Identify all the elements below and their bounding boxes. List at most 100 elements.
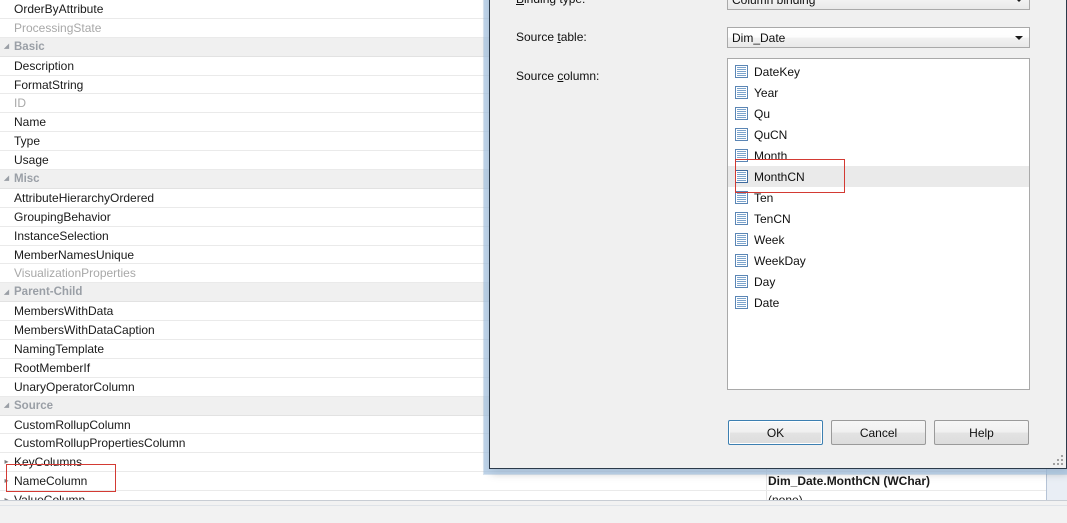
property-name: KeyColumns <box>14 455 83 470</box>
property-name: MembersWithData <box>14 304 114 319</box>
source-column-item[interactable]: MonthCN <box>728 166 1029 187</box>
collapse-triangle-icon[interactable]: ◢ <box>0 289 13 296</box>
property-row[interactable]: ▸ NameColumn Dim_Date.MonthCN (WChar) <box>0 472 1046 492</box>
column-icon <box>735 275 748 288</box>
column-icon <box>735 149 748 162</box>
source-column-item[interactable]: Year <box>728 82 1029 103</box>
source-column-item-label: Date <box>754 295 780 310</box>
source-column-item-label: QuCN <box>754 127 788 142</box>
source-column-item[interactable]: TenCN <box>728 208 1029 229</box>
source-column-item-label: Day <box>754 274 776 289</box>
property-name: FormatString <box>14 77 84 92</box>
status-strip-divider <box>0 505 1067 506</box>
property-name: OrderByAttribute <box>14 1 104 16</box>
chevron-down-icon <box>1015 35 1023 40</box>
source-column-item-label: TenCN <box>754 211 791 226</box>
column-icon <box>735 86 748 99</box>
source-column-item-label: Ten <box>754 190 774 205</box>
collapse-triangle-icon[interactable]: ◢ <box>0 175 13 182</box>
source-column-label-rest: olumn: <box>563 69 600 83</box>
source-column-item[interactable]: Ten <box>728 187 1029 208</box>
source-table-combo[interactable]: Dim_Date <box>727 27 1030 48</box>
column-icon <box>735 170 748 183</box>
column-icon <box>735 65 748 78</box>
source-column-label-pre: Source <box>516 69 558 83</box>
column-icon <box>735 212 748 225</box>
collapse-triangle-icon[interactable]: ◢ <box>0 402 13 409</box>
property-name: ID <box>14 96 26 111</box>
source-column-item-label: DateKey <box>754 64 801 79</box>
chevron-down-icon <box>1015 0 1023 2</box>
binding-type-label-rest: inding type: <box>524 0 585 6</box>
binding-type-value: Column binding <box>732 0 815 7</box>
source-table-label-pre: Source <box>516 30 558 44</box>
property-name: Usage <box>14 153 49 168</box>
source-column-item[interactable]: DateKey <box>728 61 1029 82</box>
source-column-item-label: Qu <box>754 106 771 121</box>
source-column-label: Source column: <box>516 69 599 83</box>
cancel-button[interactable]: Cancel <box>831 420 926 445</box>
property-name: AttributeHierarchyOrdered <box>14 190 155 205</box>
source-column-item-label: Week <box>754 232 785 247</box>
screen-root: OrderByAttribute ProcessingState ◢ Basic Des… <box>0 0 1067 523</box>
source-column-item[interactable]: Month <box>728 145 1029 166</box>
property-name: VisualizationProperties <box>14 266 136 281</box>
source-column-item-label: WeekDay <box>754 253 806 268</box>
column-icon <box>735 254 748 267</box>
object-binding-dialog: Binding type: Column binding Source tabl… <box>489 0 1067 469</box>
column-icon <box>735 128 748 141</box>
source-column-item[interactable]: QuCN <box>728 124 1029 145</box>
property-name: UnaryOperatorColumn <box>14 379 135 394</box>
source-column-item[interactable]: WeekDay <box>728 250 1029 271</box>
ok-button[interactable]: OK <box>728 420 823 445</box>
property-row[interactable]: ▸ValueColumn(none) <box>0 491 1046 500</box>
property-name: NameColumn <box>14 474 88 489</box>
source-column-item-label: MonthCN <box>754 169 805 184</box>
property-name: Basic <box>14 40 45 53</box>
property-name: Name <box>14 115 47 130</box>
property-name: Parent-Child <box>14 286 83 299</box>
property-value[interactable]: (none) <box>768 491 803 500</box>
dialog-body: Binding type: Column binding Source tabl… <box>490 0 1066 468</box>
column-icon <box>735 107 748 120</box>
property-name: ProcessingState <box>14 20 102 35</box>
source-column-listbox[interactable]: DateKey Year Qu QuCN Month MonthCN Ten TenCN Wee… <box>727 58 1030 390</box>
property-name: Source <box>14 399 53 412</box>
property-name: Description <box>14 58 75 73</box>
column-icon <box>735 191 748 204</box>
property-name: CustomRollupPropertiesColumn <box>14 436 186 451</box>
property-name: MembersWithDataCaption <box>14 323 155 338</box>
property-name: Type <box>14 134 41 149</box>
help-button-label: Help <box>969 425 994 440</box>
resize-grip[interactable] <box>1051 453 1063 465</box>
source-column-item-label: Year <box>754 85 779 100</box>
ok-button-label: OK <box>766 425 785 440</box>
property-name: GroupingBehavior <box>14 209 111 224</box>
property-name: CustomRollupColumn <box>14 417 131 432</box>
source-column-item-label: Month <box>754 148 788 163</box>
collapse-triangle-icon[interactable]: ◢ <box>0 43 13 50</box>
source-column-item[interactable]: Day <box>728 271 1029 292</box>
property-name: NamingTemplate <box>14 341 105 356</box>
source-column-item[interactable]: Qu <box>728 103 1029 124</box>
binding-type-combo[interactable]: Column binding <box>727 0 1030 10</box>
expand-chevron-icon[interactable]: ▸ <box>0 477 13 485</box>
property-name: Misc <box>14 172 40 185</box>
bottom-status-strip <box>0 500 1067 523</box>
cancel-button-label: Cancel <box>859 425 898 440</box>
column-icon <box>735 296 748 309</box>
property-name: InstanceSelection <box>14 228 109 243</box>
property-value[interactable]: Dim_Date.MonthCN (WChar) <box>768 472 930 490</box>
source-column-item[interactable]: Date <box>728 292 1029 313</box>
binding-type-accesskey: B <box>516 0 524 6</box>
source-table-value: Dim_Date <box>732 30 786 45</box>
property-name: MemberNamesUnique <box>14 247 135 262</box>
help-button[interactable]: Help <box>934 420 1029 445</box>
property-name: ValueColumn <box>13 493 85 500</box>
source-table-label: Source table: <box>516 30 587 44</box>
source-table-label-rest: able: <box>560 30 587 44</box>
column-icon <box>735 233 748 246</box>
expand-chevron-icon[interactable]: ▸ <box>0 458 13 466</box>
binding-type-label: Binding type: <box>516 0 585 6</box>
source-column-item[interactable]: Week <box>728 229 1029 250</box>
